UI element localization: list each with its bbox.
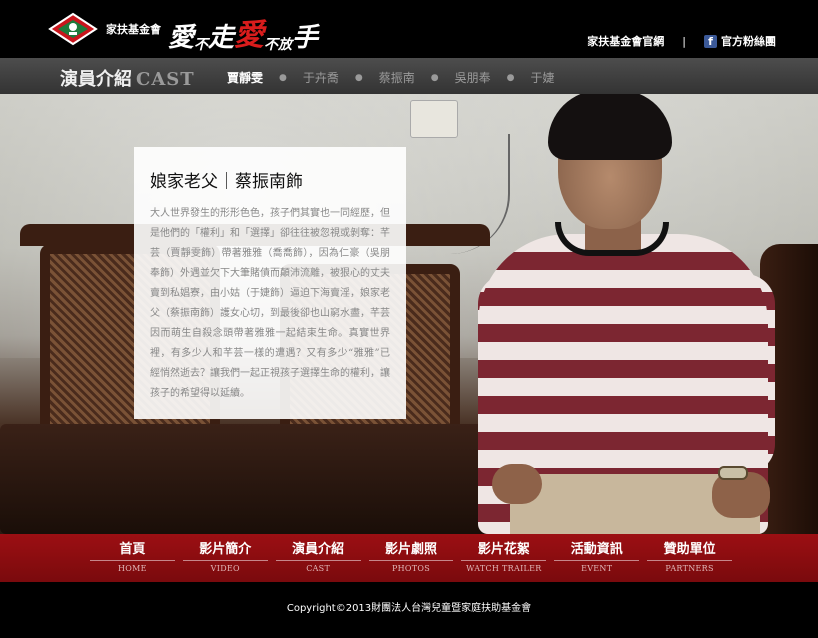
nav-label-cn: 贊助單位: [663, 542, 716, 557]
nav-label-en: HOME: [118, 564, 147, 573]
nav-cast[interactable]: 演員介紹 CAST: [272, 542, 365, 575]
dot-separator-icon: ●: [430, 72, 439, 83]
nav-label-en: PHOTOS: [391, 564, 431, 573]
slogan-logo: 愛不走愛不放手: [168, 10, 318, 53]
profile-description: 大人世界發生的形形色色，孩子們其實也一同經歷，但是他們的「權利」和「選擇」卻往往…: [150, 208, 390, 399]
nav-divider: [90, 560, 175, 561]
cast-title-en: CAST: [136, 69, 195, 90]
slogan-char: 不: [264, 37, 279, 53]
wristwatch: [718, 466, 748, 480]
link-separator: |: [682, 34, 686, 48]
dot-separator-icon: ●: [354, 72, 363, 83]
wall-outlet: [410, 100, 458, 138]
slogan-char: 不: [194, 37, 209, 53]
slogan-char: 愛: [168, 23, 195, 53]
cast-member-tab-active[interactable]: 賈靜雯: [227, 69, 263, 86]
copyright-text: Copyright©2013財團法人台灣兒童暨家庭扶助基金會: [286, 603, 532, 614]
nav-home[interactable]: 首頁 HOME: [86, 542, 179, 575]
nav-partners[interactable]: 贊助單位 PARTNERS: [643, 542, 736, 575]
nav-label-cn: 活動資訊: [570, 542, 623, 557]
cast-member-tab[interactable]: 于婕: [531, 69, 555, 86]
nav-divider: [647, 560, 733, 561]
nav-label-cn: 影片劇照: [385, 542, 438, 557]
man-hand-left: [492, 464, 542, 504]
cast-member-tab[interactable]: 于卉喬: [303, 69, 339, 86]
dot-separator-icon: ●: [279, 72, 287, 83]
nav-divider: [461, 560, 547, 561]
profile-title: 娘家老父｜蔡振南飾: [150, 172, 303, 192]
top-header: 家扶基金會 愛不走愛不放手 家扶基金會官網 | f 官方粉絲團: [0, 0, 818, 58]
footer: Copyright©2013財團法人台灣兒童暨家庭扶助基金會: [0, 582, 818, 638]
nav-label-en: CAST: [306, 564, 331, 573]
nav-label-en: EVENT: [581, 564, 613, 573]
nav-label-cn: 影片簡介: [199, 542, 252, 557]
cast-member-tab[interactable]: 蔡振南: [379, 69, 415, 86]
nav-video[interactable]: 影片簡介 VIDEO: [179, 542, 272, 575]
top-links: 家扶基金會官網 | f 官方粉絲團: [587, 33, 776, 49]
nav-label-en: WATCH TRAILER: [466, 564, 542, 573]
nav-event[interactable]: 活動資訊 EVENT: [550, 542, 643, 575]
main-nav: 首頁 HOME 影片簡介 VIDEO 演員介紹 CAST 影片劇照 PHOTOS…: [0, 534, 818, 582]
fcf-logo-icon[interactable]: [46, 12, 100, 46]
slogan-char: 走: [208, 23, 235, 53]
cast-subnav: 演員介紹 CAST 賈靜雯 ● 于卉喬 ● 蔡振南 ● 吳朋奉 ● 于婕: [0, 58, 818, 94]
org-name: 家扶基金會: [106, 23, 161, 36]
facebook-icon[interactable]: f: [704, 34, 717, 48]
hero-photo: [0, 94, 818, 534]
nav-photos[interactable]: 影片劇照 PHOTOS: [365, 542, 458, 575]
slogan-char: 手: [292, 23, 319, 53]
nav-label-cn: 首頁: [119, 542, 146, 557]
main-nav-list: 首頁 HOME 影片簡介 VIDEO 演員介紹 CAST 影片劇照 PHOTOS…: [86, 542, 736, 575]
slogan-char: 放: [278, 37, 293, 53]
cast-member-list: 賈靜雯 ● 于卉喬 ● 蔡振南 ● 吳朋奉 ● 于婕: [227, 69, 555, 86]
slogan-char-red: 愛: [234, 18, 265, 53]
nav-divider: [275, 560, 361, 561]
man-hair: [548, 94, 672, 160]
cast-title-cn: 演員介紹: [60, 69, 132, 90]
fan-page-link[interactable]: 官方粉絲團: [721, 33, 776, 49]
cast-section-title: 演員介紹 CAST: [60, 65, 195, 91]
cast-member-tab[interactable]: 吳朋奉: [455, 69, 491, 86]
nav-label-cn: 演員介紹: [292, 542, 345, 557]
nav-label-cn: 影片花絮: [477, 542, 530, 557]
dot-separator-icon: ●: [506, 72, 515, 83]
nav-label-en: PARTNERS: [665, 564, 714, 573]
nav-divider: [554, 560, 640, 561]
nav-divider: [368, 560, 454, 561]
nav-divider: [182, 560, 268, 561]
nav-label-en: VIDEO: [210, 564, 240, 573]
profile-panel: 娘家老父｜蔡振南飾 大人世界發生的形形色色，孩子們其實也一同經歷，但是他們的「權…: [134, 147, 406, 419]
nav-watch-trailer[interactable]: 影片花絮 WATCH TRAILER: [457, 542, 550, 575]
official-site-link[interactable]: 家扶基金會官網: [587, 33, 664, 49]
